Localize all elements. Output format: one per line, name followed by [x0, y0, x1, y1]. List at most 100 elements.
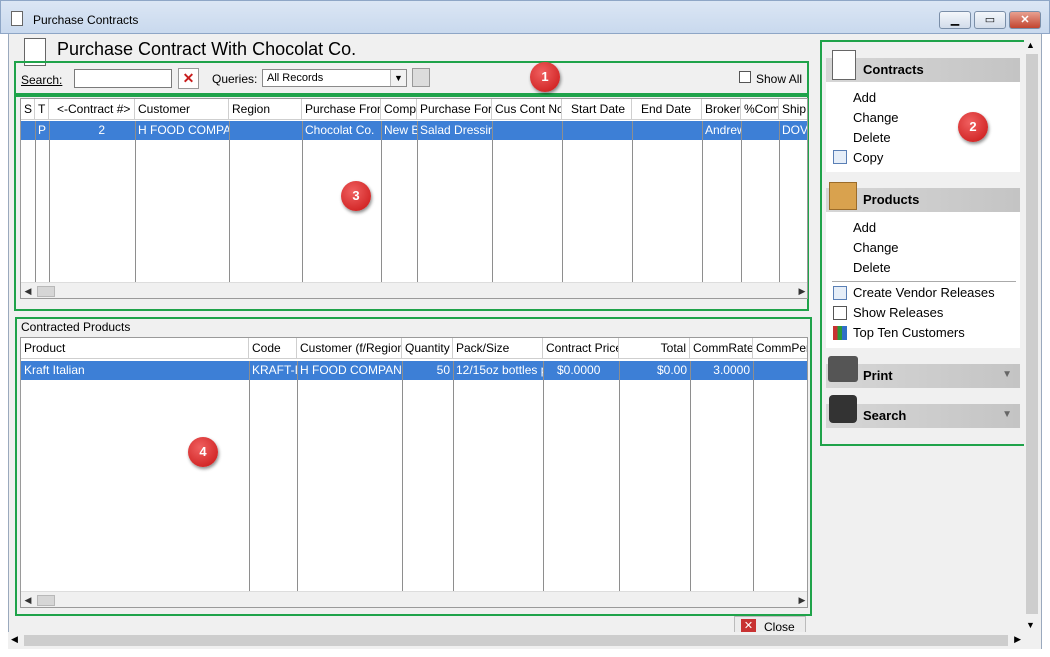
show-releases-link[interactable]: Show Releases — [853, 303, 943, 323]
column-divider — [381, 121, 382, 282]
column-header[interactable]: Customer (f/Region — [297, 338, 402, 359]
maximize-button[interactable]: ▭ — [974, 11, 1006, 29]
contracts-grid[interactable]: S T <-Contract #> Customer Region Purcha… — [20, 98, 808, 299]
scroll-right-icon[interactable]: ▶ — [1014, 634, 1021, 645]
scroll-thumb[interactable] — [37, 286, 55, 297]
table-cell: $0.00 — [656, 363, 687, 377]
clear-search-button[interactable]: ✕ — [178, 68, 199, 89]
column-divider — [619, 361, 620, 591]
window-close-button[interactable]: ✕ — [1009, 11, 1041, 29]
top-ten-customers-link[interactable]: Top Ten Customers — [853, 323, 965, 343]
table-cell: P — [38, 123, 47, 137]
column-header[interactable]: Total — [619, 338, 690, 359]
page-title: Purchase Contract With Chocolat Co. — [57, 39, 357, 59]
show-all-checkbox[interactable] — [739, 71, 751, 83]
scroll-thumb[interactable] — [37, 595, 55, 606]
column-header[interactable]: Contract Price — [543, 338, 619, 359]
column-divider — [690, 361, 691, 591]
column-header[interactable]: %Com — [741, 99, 779, 120]
table-cell: Chocolat Co. — [305, 123, 375, 137]
scroll-down-icon[interactable]: ▼ — [1026, 620, 1035, 630]
create-vendor-releases-link[interactable]: Create Vendor Releases — [853, 283, 995, 303]
queries-select[interactable]: All Records — [262, 69, 407, 87]
scroll-right-icon[interactable]: ▶ — [795, 592, 807, 607]
title-bar[interactable]: Purchase Contracts ▁ ▭ ✕ — [0, 0, 1050, 34]
horizontal-scrollbar[interactable]: ◀ ▶ — [21, 591, 807, 607]
column-header[interactable]: Purchase From — [302, 99, 381, 120]
show-all-label[interactable]: Show All — [756, 72, 802, 86]
table-cell: Kraft Italian — [24, 363, 85, 377]
scroll-left-icon[interactable]: ◀ — [21, 592, 35, 607]
column-header[interactable]: CommPerCa — [753, 338, 807, 359]
annotation-badge-1: 1 — [530, 62, 560, 92]
column-header[interactable]: <-Contract #> — [49, 99, 135, 120]
column-divider — [249, 361, 250, 591]
table-cell: 12/15oz bottles p — [456, 363, 543, 377]
column-divider — [49, 121, 50, 282]
column-divider — [297, 361, 298, 591]
horizontal-scrollbar[interactable]: ◀ ▶ — [21, 282, 807, 298]
search-input[interactable] — [74, 69, 172, 88]
table-cell: H FOOD COMPANIE — [300, 363, 402, 377]
box-icon — [829, 182, 857, 210]
column-divider — [229, 121, 230, 282]
contracts-copy-link[interactable]: Copy — [853, 148, 883, 168]
table-cell: KRAFT-IT — [252, 363, 297, 377]
column-header[interactable]: Cus Cont No — [492, 99, 562, 120]
copy-icon — [833, 150, 847, 164]
products-delete-link[interactable]: Delete — [853, 258, 891, 278]
chevron-down-icon[interactable]: ▼ — [1002, 409, 1012, 420]
column-header[interactable]: Start Date — [562, 99, 632, 120]
column-header[interactable]: Code — [249, 338, 297, 359]
products-grid[interactable]: Product Code Customer (f/Region Quantity… — [20, 337, 808, 608]
column-header[interactable]: Quantity — [402, 338, 453, 359]
column-header[interactable]: End Date — [632, 99, 702, 120]
table-cell: 2 — [98, 123, 105, 137]
vertical-scrollbar[interactable]: ▲ ▼ — [1024, 38, 1041, 638]
column-header[interactable]: Ship T — [779, 99, 807, 120]
column-header[interactable]: T — [35, 99, 49, 120]
annotation-badge-3: 3 — [341, 181, 371, 211]
binoculars-icon — [829, 395, 857, 423]
column-header[interactable]: S — [21, 99, 35, 120]
column-divider — [302, 121, 303, 282]
contracts-change-link[interactable]: Change — [853, 108, 899, 128]
column-divider — [741, 121, 742, 282]
scroll-thumb[interactable] — [1026, 54, 1038, 614]
minimize-button[interactable]: ▁ — [939, 11, 971, 29]
column-header[interactable]: Customer — [135, 99, 229, 120]
column-divider — [632, 121, 633, 282]
contracts-delete-link[interactable]: Delete — [853, 128, 891, 148]
table-cell: DOVA — [782, 123, 808, 137]
column-divider — [492, 121, 493, 282]
contracts-add-link[interactable]: Add — [853, 88, 876, 108]
column-header[interactable]: CommRate — [690, 338, 753, 359]
divider — [832, 281, 1016, 282]
column-divider — [402, 361, 403, 591]
column-header[interactable]: Comp — [381, 99, 417, 120]
column-header[interactable]: Purchase For — [417, 99, 492, 120]
search-label: Search: — [21, 73, 63, 87]
scroll-left-icon[interactable]: ◀ — [11, 634, 18, 645]
scroll-up-icon[interactable]: ▲ — [1026, 40, 1035, 50]
column-divider — [453, 361, 454, 591]
column-header[interactable]: Pack/Size — [453, 338, 543, 359]
scroll-thumb[interactable] — [24, 635, 1008, 646]
products-change-link[interactable]: Change — [853, 238, 899, 258]
table-cell: 50 — [436, 363, 450, 377]
query-edit-icon[interactable] — [412, 68, 430, 87]
chevron-down-icon[interactable]: ▼ — [390, 70, 406, 86]
document-icon — [11, 11, 23, 26]
table-cell: 3.0000 — [713, 363, 750, 377]
show-releases-icon — [833, 306, 847, 320]
products-add-link[interactable]: Add — [853, 218, 876, 238]
column-divider — [417, 121, 418, 282]
scroll-left-icon[interactable]: ◀ — [21, 283, 35, 298]
column-header[interactable]: Broker — [702, 99, 741, 120]
chevron-down-icon[interactable]: ▼ — [1002, 369, 1012, 380]
column-header[interactable]: Region — [229, 99, 302, 120]
contract-document-icon — [832, 50, 856, 80]
horizontal-scrollbar[interactable]: ◀ ▶ — [8, 632, 1024, 649]
scroll-right-icon[interactable]: ▶ — [795, 283, 807, 298]
column-header[interactable]: Product — [21, 338, 249, 359]
